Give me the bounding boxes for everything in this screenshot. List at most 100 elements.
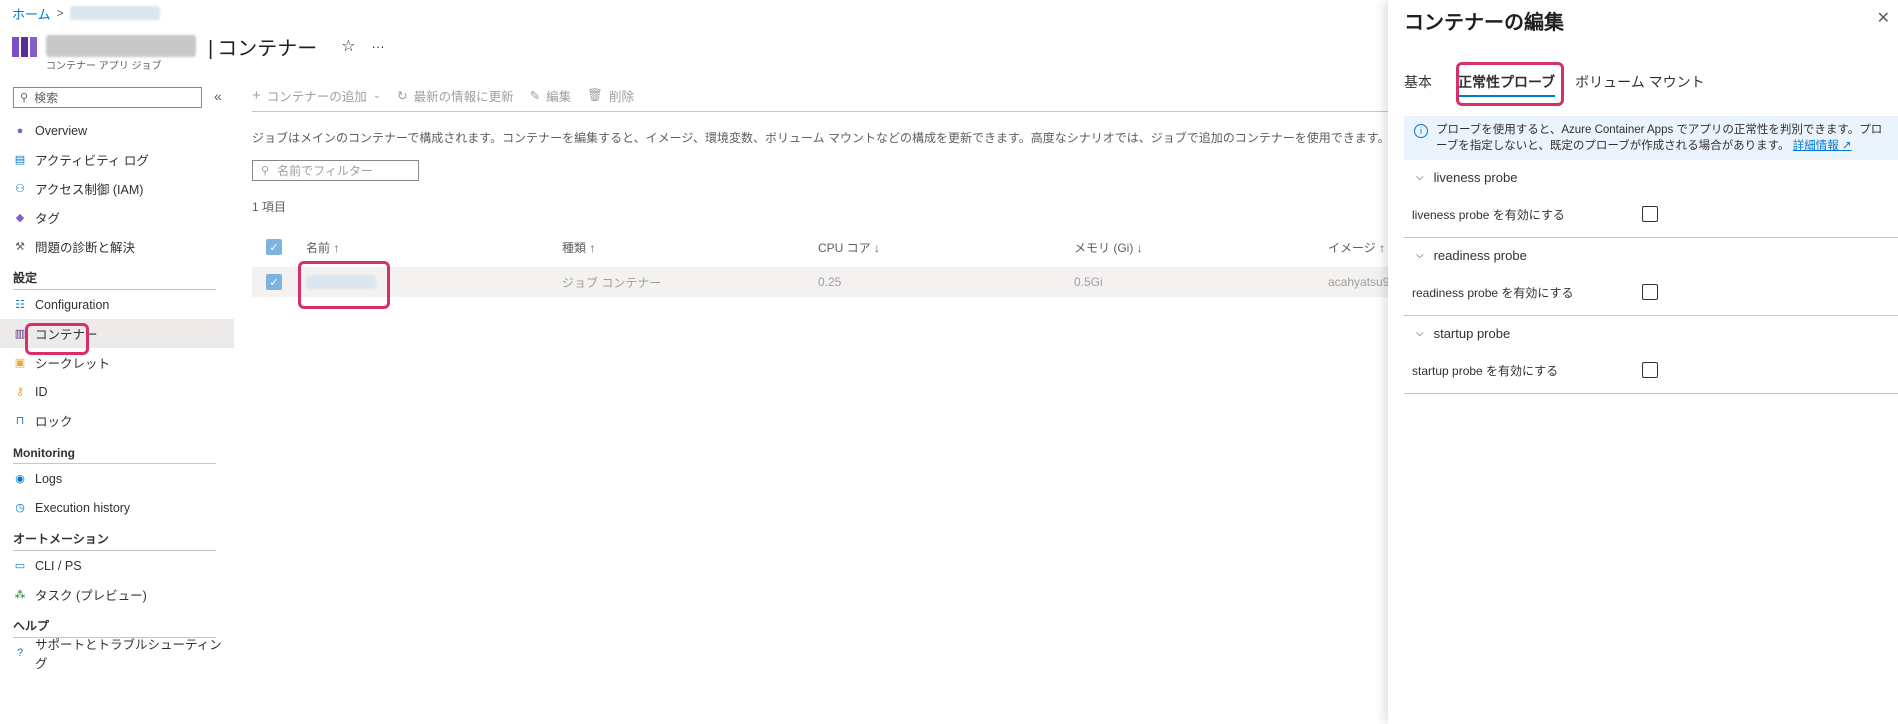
breadcrumb-separator: > bbox=[56, 6, 64, 20]
cell-memory: 0.5Gi bbox=[1074, 275, 1103, 289]
tasks-icon: ⁂ bbox=[14, 589, 26, 601]
chevron-down-icon: ⌄ bbox=[372, 89, 382, 101]
sidebar-item-overview[interactable]: ● Overview bbox=[0, 116, 234, 145]
info-message-bar: i プローブを使用すると、Azure Container Apps でアプリの正… bbox=[1404, 116, 1898, 160]
plus-icon: + bbox=[252, 86, 261, 104]
breadcrumb: ホーム > bbox=[12, 4, 160, 22]
panel-title: コンテナーの編集 bbox=[1404, 12, 1564, 34]
tab-volume-mounts[interactable]: ボリューム マウント bbox=[1565, 70, 1714, 94]
chevron-down-icon: ⌵ bbox=[1416, 250, 1424, 261]
refresh-icon: ↻ bbox=[397, 88, 408, 103]
more-options-icon[interactable]: ··· bbox=[372, 39, 385, 54]
resource-type-subtitle: コンテナー アプリ ジョブ bbox=[46, 61, 162, 72]
sidebar-item-label: 問題の診断と解決 bbox=[35, 241, 136, 255]
sidebar-item-label: Configuration bbox=[35, 297, 110, 312]
chevron-down-icon: ⌵ bbox=[1416, 328, 1424, 339]
container-app-job-icon bbox=[12, 35, 38, 57]
highlight-container-name bbox=[298, 261, 390, 309]
readiness-probe-checkbox[interactable] bbox=[1642, 284, 1658, 300]
sidebar-item-label: Execution history bbox=[35, 500, 131, 515]
cell-type: ジョブ コンテナー bbox=[562, 275, 662, 290]
startup-probe-section: ⌵ startup probe startup probe を有効にする bbox=[1404, 316, 1898, 394]
close-icon[interactable]: ✕ bbox=[1877, 8, 1890, 28]
edit-button[interactable]: ✎ 編集 bbox=[530, 86, 572, 105]
edit-container-panel: コンテナーの編集 ✕ 基本 正常性プローブ ボリューム マウント i プローブを… bbox=[1388, 0, 1898, 724]
column-memory[interactable]: メモリ (Gi) ↓ bbox=[1074, 236, 1143, 258]
sidebar-item-label: Overview bbox=[35, 123, 88, 138]
containers-description: ジョブはメインのコンテナーで構成されます。コンテナーを編集すると、イメージ、環境… bbox=[252, 131, 1390, 145]
readiness-probe-header[interactable]: ⌵ readiness probe bbox=[1416, 248, 1527, 263]
sidebar-item-help[interactable]: ? サポートとトラブルシューティング bbox=[0, 638, 234, 671]
sidebar-item-logs[interactable]: ◉ Logs bbox=[0, 464, 234, 493]
refresh-button[interactable]: ↻ 最新の情報に更新 bbox=[397, 86, 514, 105]
add-container-button[interactable]: + コンテナーの追加 ⌄ bbox=[252, 86, 381, 105]
sidebar-item-label: ロック bbox=[35, 415, 73, 429]
sidebar-item-history[interactable]: ◷ Execution history bbox=[0, 493, 234, 522]
menu-list: ● Overview ▤ アクティビティ ログ ⚇ アクセス制御 (IAM) ◆ タグ ⚒ 問題の… bbox=[0, 116, 234, 671]
nav-section-header: オートメーション bbox=[0, 522, 234, 551]
sidebar-item-identity[interactable]: ⚷ ID bbox=[0, 377, 234, 406]
startup-probe-header[interactable]: ⌵ startup probe bbox=[1416, 326, 1510, 341]
highlight-health-probes-tab bbox=[1456, 62, 1564, 106]
sidebar-item-label: サポートとトラブルシューティング bbox=[35, 637, 222, 671]
logs-icon: ◉ bbox=[15, 473, 25, 485]
sidebar-item-label: タグ bbox=[35, 212, 61, 226]
sidebar-item-label: Logs bbox=[35, 471, 63, 486]
table-header: ✓ 名前 ↑ 種類 ↑ CPU コア ↓ メモリ (Gi) ↓ イメージ ↑ bbox=[252, 236, 1388, 258]
breadcrumb-resource-link[interactable] bbox=[69, 6, 160, 20]
sidebar-item-activity-log[interactable]: ▤ アクティビティ ログ bbox=[0, 145, 234, 174]
table-row[interactable]: ✓ ジョブ コンテナー 0.25 0.5Gi acahyatsu92 bbox=[252, 267, 1396, 297]
liveness-probe-label: liveness probe を有効にする bbox=[1412, 208, 1565, 222]
menu-search-input[interactable]: ⚲ 検索 bbox=[13, 87, 202, 108]
learn-more-link[interactable]: 詳細情報 ↗ bbox=[1793, 140, 1852, 152]
liveness-probe-header[interactable]: ⌵ liveness probe bbox=[1416, 170, 1517, 185]
info-icon: i bbox=[1414, 124, 1428, 138]
sidebar-item-wrench[interactable]: ⚒ 問題の診断と解決 bbox=[0, 232, 234, 261]
tag-icon: ◆ bbox=[15, 212, 25, 224]
external-link-icon: ↗ bbox=[1841, 140, 1852, 152]
resource-name bbox=[46, 35, 196, 57]
sidebar-item-tag[interactable]: ◆ タグ bbox=[0, 203, 234, 232]
search-icon: ⚲ bbox=[20, 92, 29, 104]
name-filter-input[interactable]: ⚲ 名前でフィルター bbox=[252, 160, 419, 181]
favorite-star-icon[interactable]: ☆ bbox=[341, 36, 355, 56]
startup-probe-label: startup probe を有効にする bbox=[1412, 364, 1559, 378]
sidebar-item-label: タスク (プレビュー) bbox=[35, 589, 147, 603]
liveness-probe-checkbox[interactable] bbox=[1642, 206, 1658, 222]
sidebar-item-tasks[interactable]: ⁂ タスク (プレビュー) bbox=[0, 580, 234, 609]
sidebar-item-lock[interactable]: ⊓ ロック bbox=[0, 406, 234, 435]
sidebar-item-label: アクセス制御 (IAM) bbox=[35, 183, 144, 197]
delete-button[interactable]: 🗑 削除 bbox=[587, 86, 634, 105]
column-type[interactable]: 種類 ↑ bbox=[562, 236, 595, 258]
liveness-probe-section: ⌵ liveness probe liveness probe を有効にする bbox=[1404, 160, 1898, 238]
startup-probe-checkbox[interactable] bbox=[1642, 362, 1658, 378]
search-icon: ⚲ bbox=[261, 165, 270, 177]
sidebar-item-label: シークレット bbox=[35, 357, 111, 371]
row-checkbox[interactable]: ✓ bbox=[266, 274, 282, 290]
cell-image: acahyatsu92 bbox=[1328, 275, 1397, 289]
tab-basics[interactable]: 基本 bbox=[1404, 70, 1442, 94]
chevron-down-icon: ⌵ bbox=[1416, 172, 1424, 183]
collapse-menu-icon[interactable]: « bbox=[214, 88, 222, 104]
iam-icon: ⚇ bbox=[15, 183, 25, 195]
breadcrumb-home-link[interactable]: ホーム bbox=[12, 4, 51, 23]
select-all-checkbox[interactable]: ✓ bbox=[266, 239, 282, 255]
history-icon: ◷ bbox=[15, 502, 25, 514]
configuration-icon: ☷ bbox=[15, 299, 25, 311]
column-image[interactable]: イメージ ↑ bbox=[1328, 236, 1385, 258]
highlight-nav-container bbox=[25, 323, 89, 355]
sidebar-item-iam[interactable]: ⚇ アクセス制御 (IAM) bbox=[0, 174, 234, 203]
sidebar-item-configuration[interactable]: ☷ Configuration bbox=[0, 290, 234, 319]
cli-icon: ▭ bbox=[14, 560, 26, 572]
help-icon: ? bbox=[16, 646, 24, 659]
sidebar-item-cli[interactable]: ▭ CLI / PS bbox=[0, 551, 234, 580]
wrench-icon: ⚒ bbox=[15, 241, 25, 253]
column-name[interactable]: 名前 ↑ bbox=[306, 236, 339, 258]
sidebar-item-label: CLI / PS bbox=[35, 558, 82, 573]
pencil-icon: ✎ bbox=[529, 88, 541, 103]
column-cpu[interactable]: CPU コア ↓ bbox=[818, 236, 880, 258]
nav-section-header: Monitoring bbox=[0, 435, 234, 464]
toolbar-divider bbox=[252, 111, 1390, 112]
lock-icon: ⊓ bbox=[15, 415, 25, 427]
sidebar-item-label: アクティビティ ログ bbox=[35, 154, 149, 168]
